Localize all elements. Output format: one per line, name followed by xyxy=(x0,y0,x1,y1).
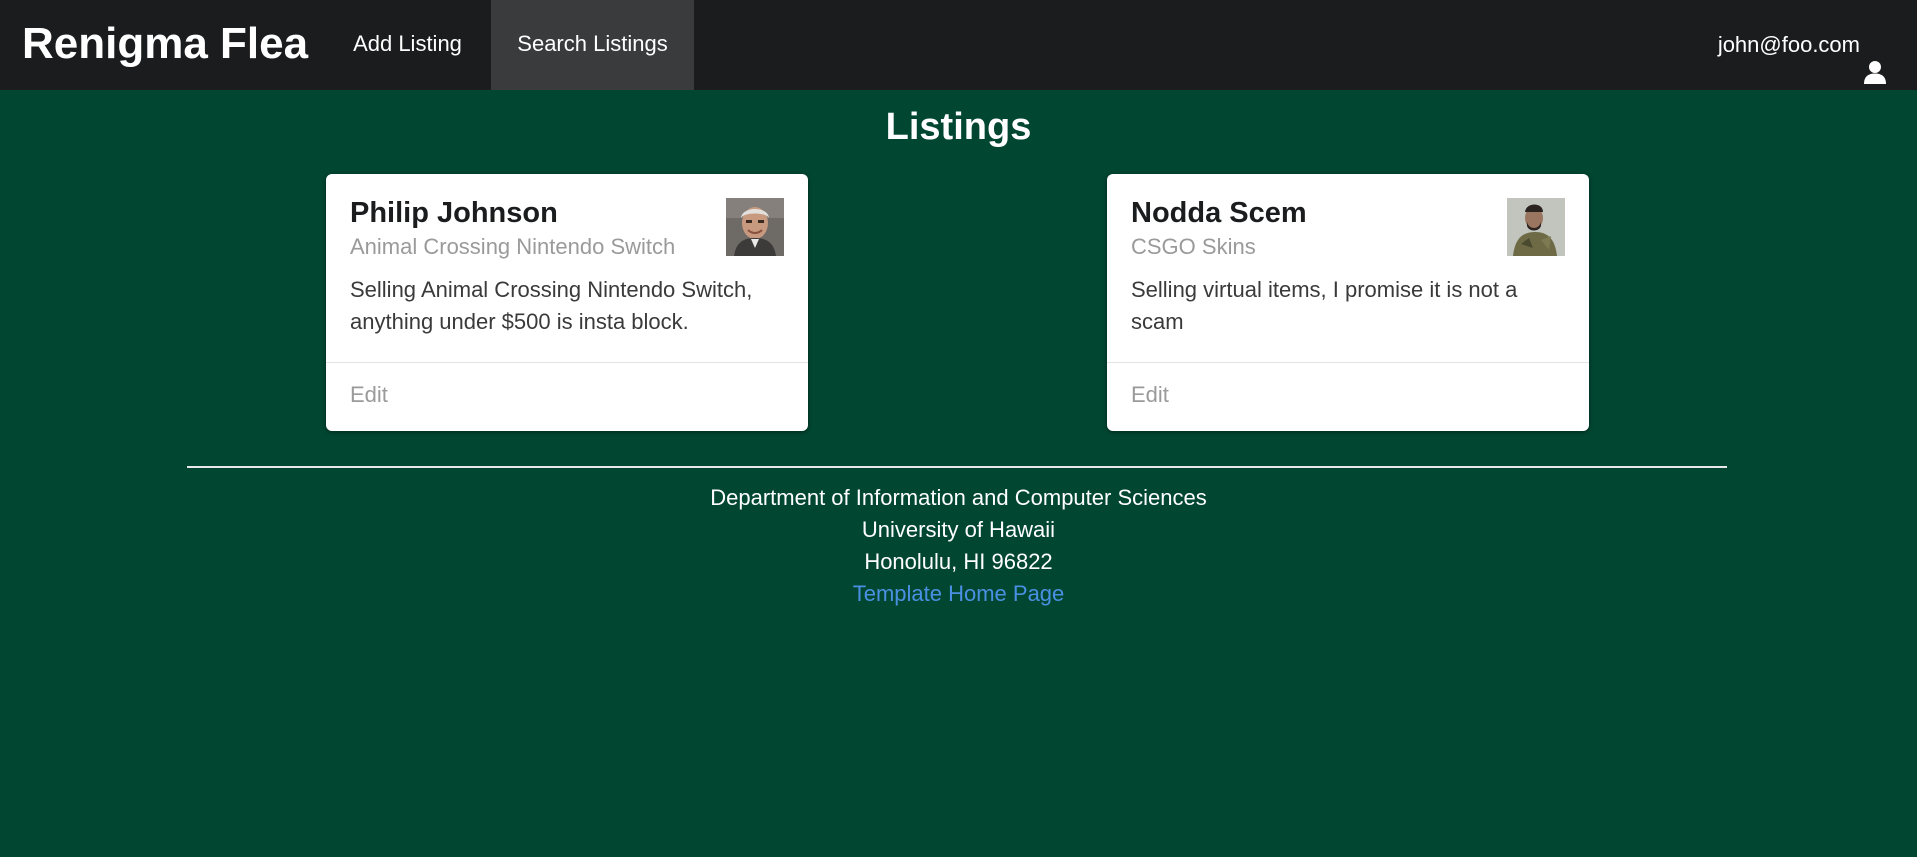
footer-department: Department of Information and Computer S… xyxy=(710,485,1207,510)
listing-description: Selling virtual items, I promise it is n… xyxy=(1131,277,1518,334)
card-divider xyxy=(326,362,808,363)
listing-item-title: CSGO Skins xyxy=(1131,234,1256,259)
top-navbar: Renigma Flea Add Listing Search Listings… xyxy=(0,0,1917,90)
listing-card: Nodda Scem CSGO Skins Selling virtual it… xyxy=(1107,174,1589,431)
listing-description: Selling Animal Crossing Nintendo Switch,… xyxy=(350,277,753,334)
footer-address: Honolulu, HI 96822 xyxy=(864,549,1053,574)
user-email: john@foo.com xyxy=(1717,32,1860,57)
seller-avatar xyxy=(1507,198,1565,256)
listing-item-title: Animal Crossing Nintendo Switch xyxy=(350,234,676,259)
card-divider xyxy=(1107,362,1589,363)
listing-seller-name: Philip Johnson xyxy=(350,197,558,229)
nav-add-listing[interactable]: Add Listing xyxy=(325,0,490,90)
edit-listing-link[interactable]: Edit xyxy=(350,380,388,410)
footer: Department of Information and Computer S… xyxy=(0,482,1917,610)
user-icon xyxy=(1863,33,1887,84)
nav-search-listings[interactable]: Search Listings xyxy=(491,0,694,90)
brand-logo-link[interactable]: Renigma Flea xyxy=(22,14,308,74)
footer-university: University of Hawaii xyxy=(861,517,1056,542)
user-menu-dropdown[interactable]: john@foo.com xyxy=(1718,0,1887,90)
seller-avatar xyxy=(726,198,784,256)
template-home-page-link[interactable]: Template Home Page xyxy=(853,581,1065,606)
page-title: Listings xyxy=(885,106,1032,148)
listing-seller-name: Nodda Scem xyxy=(1131,197,1307,229)
edit-listing-link[interactable]: Edit xyxy=(1131,380,1169,410)
listing-card: Philip Johnson Animal Crossing Nintendo … xyxy=(326,174,808,431)
footer-divider xyxy=(187,466,1727,468)
